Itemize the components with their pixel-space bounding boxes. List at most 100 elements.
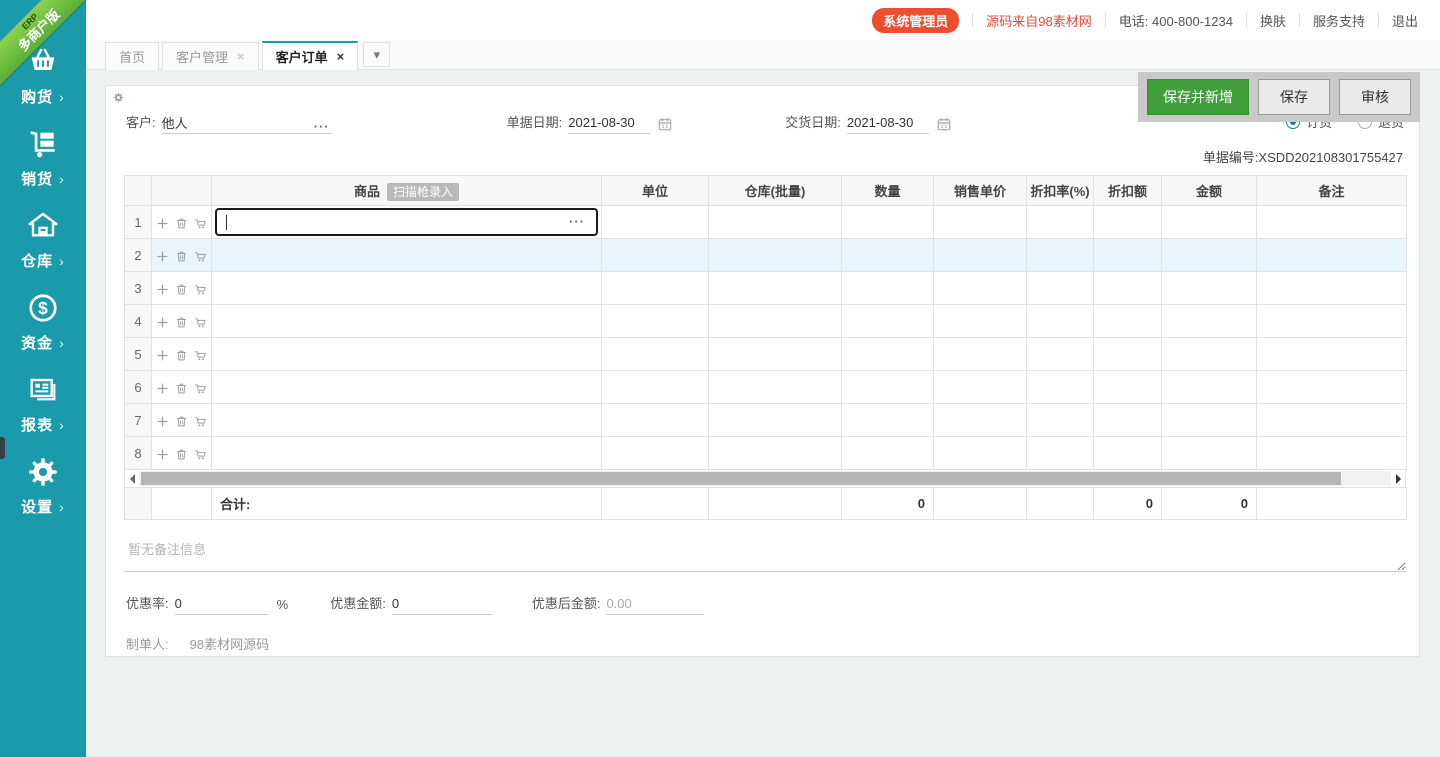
amount-cell[interactable] [1162, 404, 1257, 437]
delete-row-icon[interactable] [175, 415, 188, 428]
discount-amount-cell[interactable] [1094, 404, 1162, 437]
discount-rate-cell[interactable] [1027, 338, 1094, 371]
qty-cell[interactable] [842, 404, 934, 437]
add-row-icon[interactable] [156, 316, 169, 329]
discount-amount-cell[interactable] [1094, 437, 1162, 470]
qty-cell[interactable] [842, 206, 934, 239]
product-cell[interactable] [212, 305, 602, 338]
remark-cell[interactable] [1257, 206, 1407, 239]
warehouse-cell[interactable] [709, 338, 842, 371]
sidebar-item-sales[interactable]: 销货› [0, 128, 86, 210]
amount-cell[interactable] [1162, 338, 1257, 371]
support-link[interactable]: 服务支持 [1313, 11, 1365, 30]
add-row-icon[interactable] [156, 448, 169, 461]
amount-cell[interactable] [1162, 272, 1257, 305]
unit-cell[interactable] [602, 437, 709, 470]
unit-cell[interactable] [602, 272, 709, 305]
sidebar-item-warehouse[interactable]: 仓库› [0, 210, 86, 292]
amount-cell[interactable] [1162, 206, 1257, 239]
warehouse-cell[interactable] [709, 206, 842, 239]
discount-rate-cell[interactable] [1027, 239, 1094, 272]
remark-cell[interactable] [1257, 272, 1407, 305]
cart-icon[interactable] [194, 415, 207, 428]
save-button[interactable]: 保存 [1258, 79, 1330, 115]
warehouse-cell[interactable] [709, 437, 842, 470]
amount-cell[interactable] [1162, 305, 1257, 338]
tab-customer-management[interactable]: 客户管理 × [162, 42, 259, 70]
qty-cell[interactable] [842, 437, 934, 470]
price-cell[interactable] [934, 437, 1027, 470]
remark-cell[interactable] [1257, 404, 1407, 437]
more-icon[interactable]: ··· [567, 217, 587, 228]
calendar-icon[interactable] [657, 116, 673, 132]
save-and-new-button[interactable]: 保存并新增 [1147, 79, 1249, 115]
add-row-icon[interactable] [156, 415, 169, 428]
price-cell[interactable] [934, 371, 1027, 404]
sidebar-item-funds[interactable]: 资金› [0, 292, 86, 374]
unit-cell[interactable] [602, 371, 709, 404]
delete-row-icon[interactable] [175, 283, 188, 296]
close-icon[interactable]: × [337, 49, 345, 64]
product-cell[interactable] [212, 404, 602, 437]
cart-icon[interactable] [194, 448, 207, 461]
sidebar-item-settings[interactable]: 设置› [0, 456, 86, 538]
more-icon[interactable]: ··· [312, 122, 332, 133]
close-icon[interactable]: × [237, 49, 245, 64]
discount-rate-cell[interactable] [1027, 272, 1094, 305]
price-cell[interactable] [934, 305, 1027, 338]
price-cell[interactable] [934, 272, 1027, 305]
product-cell[interactable] [212, 272, 602, 305]
add-row-icon[interactable] [156, 217, 169, 230]
discount-rate-input[interactable] [175, 594, 268, 614]
product-cell[interactable]: ··· [212, 206, 602, 239]
discount-amount-cell[interactable] [1094, 338, 1162, 371]
product-cell[interactable] [212, 437, 602, 470]
discount-amount-cell[interactable] [1094, 371, 1162, 404]
qty-cell[interactable] [842, 272, 934, 305]
amount-cell[interactable] [1162, 437, 1257, 470]
cart-icon[interactable] [194, 382, 207, 395]
cart-icon[interactable] [194, 250, 207, 263]
tab-customer-order[interactable]: 客户订单 × [262, 41, 359, 70]
warehouse-cell[interactable] [709, 272, 842, 305]
panel-gear-icon[interactable] [113, 92, 124, 103]
remark-cell[interactable] [1257, 437, 1407, 470]
audit-button[interactable]: 审核 [1339, 79, 1411, 115]
amount-cell[interactable] [1162, 239, 1257, 272]
logout-link[interactable]: 退出 [1392, 11, 1418, 30]
source-link[interactable]: 源码来自98素材网 [986, 11, 1091, 30]
qty-cell[interactable] [842, 371, 934, 404]
discount-amount-cell[interactable] [1094, 272, 1162, 305]
discount-rate-cell[interactable] [1027, 371, 1094, 404]
cart-icon[interactable] [194, 283, 207, 296]
remark-textarea[interactable] [124, 532, 1406, 572]
discount-amount-cell[interactable] [1094, 206, 1162, 239]
delete-row-icon[interactable] [175, 448, 188, 461]
remark-cell[interactable] [1257, 338, 1407, 371]
amount-cell[interactable] [1162, 371, 1257, 404]
scan-gun-badge[interactable]: 扫描枪录入 [387, 183, 459, 201]
unit-cell[interactable] [602, 206, 709, 239]
sidebar-item-reports[interactable]: 报表› [0, 374, 86, 456]
discount-rate-cell[interactable] [1027, 206, 1094, 239]
delete-row-icon[interactable] [175, 316, 188, 329]
discount-rate-cell[interactable] [1027, 404, 1094, 437]
add-row-icon[interactable] [156, 382, 169, 395]
discount-rate-cell[interactable] [1027, 437, 1094, 470]
unit-cell[interactable] [602, 305, 709, 338]
cart-icon[interactable] [194, 316, 207, 329]
customer-input[interactable] [162, 113, 312, 133]
qty-cell[interactable] [842, 239, 934, 272]
delete-row-icon[interactable] [175, 382, 188, 395]
calendar-icon[interactable] [936, 116, 952, 132]
warehouse-cell[interactable] [709, 404, 842, 437]
discount-amount-cell[interactable] [1094, 305, 1162, 338]
tab-home[interactable]: 首页 [105, 42, 159, 70]
price-cell[interactable] [934, 404, 1027, 437]
delete-row-icon[interactable] [175, 250, 188, 263]
scroll-left-arrow[interactable] [125, 470, 139, 487]
add-row-icon[interactable] [156, 349, 169, 362]
cart-icon[interactable] [194, 217, 207, 230]
warehouse-cell[interactable] [709, 305, 842, 338]
price-cell[interactable] [934, 206, 1027, 239]
